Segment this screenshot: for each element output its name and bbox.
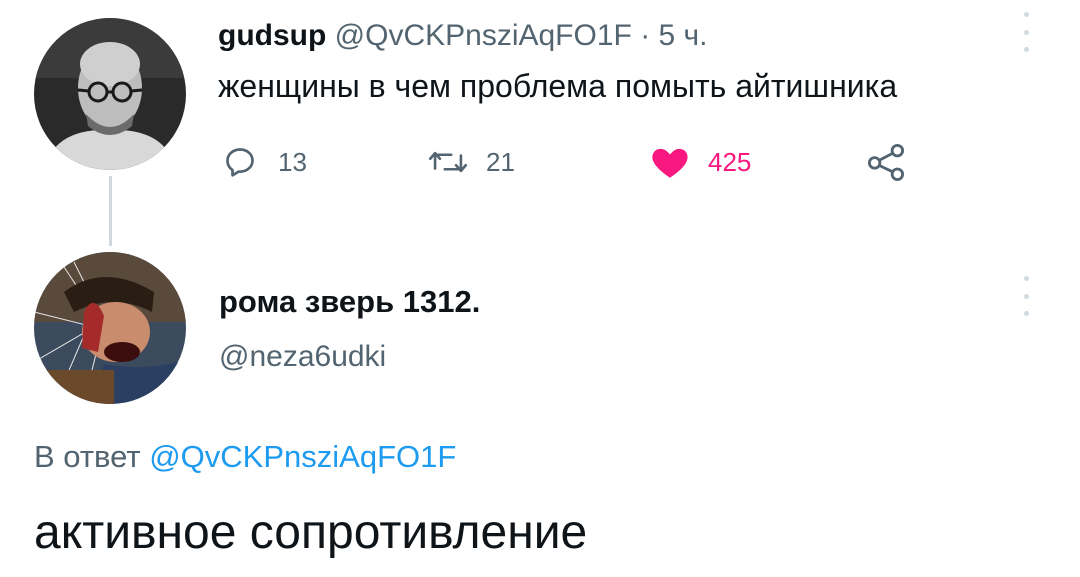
tweet1-header: gudsup @QvCKPnsziAqFO1F · 5 ч. bbox=[218, 18, 708, 54]
more-vertical-icon bbox=[1023, 12, 1029, 17]
thread-connector-line bbox=[109, 176, 112, 246]
avatar-roma[interactable] bbox=[34, 252, 186, 404]
reply-button[interactable]: 13 bbox=[218, 140, 307, 184]
tweet1-time[interactable]: 5 ч. bbox=[659, 19, 708, 52]
reply-prefix: В ответ bbox=[34, 439, 141, 474]
tweet1-more-button[interactable] bbox=[1016, 12, 1036, 52]
share-button[interactable] bbox=[864, 140, 908, 184]
like-button[interactable]: 425 bbox=[648, 140, 751, 184]
reply-count: 13 bbox=[278, 146, 307, 177]
tweet2-handle[interactable]: @neza6udki bbox=[219, 338, 386, 376]
tweet1-text: женщины в чем проблема помыть айтишника bbox=[218, 68, 898, 104]
reply-context: В ответ @QvCKPnsziAqFO1F bbox=[34, 438, 456, 476]
tweet2-display-name[interactable]: рома зверь 1312. bbox=[219, 283, 480, 321]
avatar-image bbox=[34, 18, 186, 170]
tweet2-more-button[interactable] bbox=[1016, 276, 1036, 316]
reply-mention-link[interactable]: @QvCKPnsziAqFO1F bbox=[149, 439, 456, 474]
retweet-count: 21 bbox=[486, 146, 515, 177]
share-icon bbox=[864, 140, 908, 184]
retweet-icon bbox=[426, 140, 470, 184]
retweet-button[interactable]: 21 bbox=[426, 140, 515, 184]
avatar-gudsup[interactable] bbox=[34, 18, 186, 170]
heart-filled-icon bbox=[648, 140, 692, 184]
tweet1-handle[interactable]: @QvCKPnsziAqFO1F bbox=[335, 19, 632, 52]
tweet1-action-bar: 13 21 425 bbox=[218, 140, 918, 184]
reply-bubble-icon bbox=[218, 140, 262, 184]
tweet2-text: активное сопротивление bbox=[34, 506, 588, 559]
more-vertical-icon bbox=[1023, 276, 1029, 281]
like-count: 425 bbox=[708, 146, 752, 177]
avatar-image bbox=[34, 252, 186, 404]
tweet1-separator: · bbox=[640, 19, 651, 52]
tweet1-display-name[interactable]: gudsup bbox=[218, 19, 326, 52]
